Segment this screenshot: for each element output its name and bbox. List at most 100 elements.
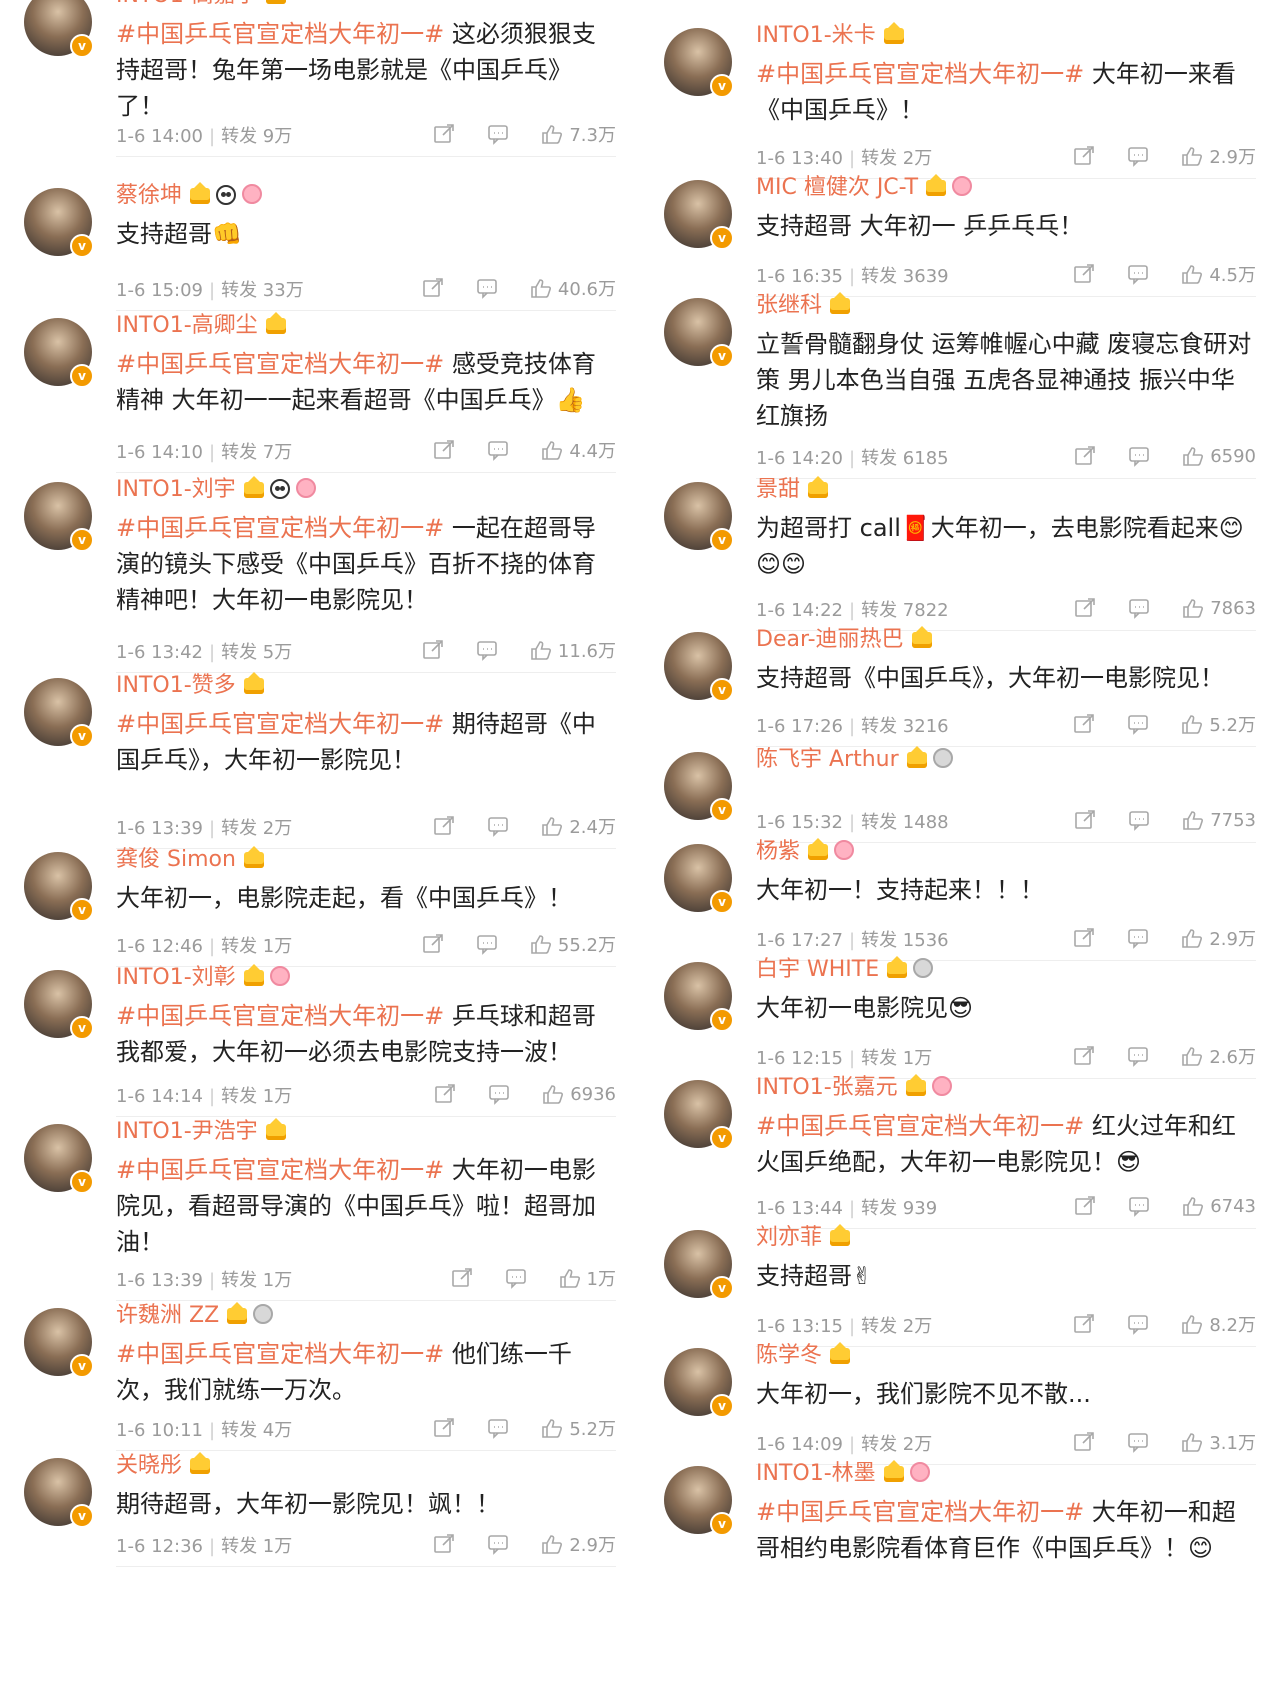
- like-count[interactable]: 6936: [570, 1084, 616, 1105]
- hashtag-link[interactable]: #中国乒乓官宣定档大年初一#: [116, 20, 444, 48]
- comment-icon[interactable]: [487, 439, 509, 461]
- like-icon[interactable]: [1181, 713, 1203, 735]
- like-icon[interactable]: [541, 815, 563, 837]
- like-count[interactable]: 5.2万: [1209, 711, 1256, 737]
- hashtag-link[interactable]: #中国乒乓官宣定档大年初一#: [756, 1498, 1084, 1526]
- author-name[interactable]: INTO1-刘彰: [116, 965, 236, 990]
- like-count[interactable]: 11.6万: [558, 637, 616, 663]
- author-name[interactable]: MIC 檀健次 JC-T: [756, 175, 918, 200]
- like-icon[interactable]: [1181, 927, 1203, 949]
- repost-count[interactable]: 转发 1万: [861, 1048, 932, 1069]
- comment-icon[interactable]: [505, 1267, 527, 1289]
- like-count[interactable]: 2.6万: [1209, 1043, 1256, 1069]
- like-icon[interactable]: [542, 1083, 564, 1105]
- comment-icon[interactable]: [1127, 263, 1149, 285]
- like-count[interactable]: 7753: [1210, 810, 1256, 831]
- like-icon[interactable]: [1181, 145, 1203, 167]
- comment-icon[interactable]: [1127, 1313, 1149, 1335]
- like-icon[interactable]: [1182, 809, 1204, 831]
- share-icon[interactable]: [433, 1533, 455, 1555]
- repost-count[interactable]: 转发 3216: [861, 716, 949, 737]
- like-icon[interactable]: [1181, 263, 1203, 285]
- like-count[interactable]: 2.9万: [1209, 143, 1256, 169]
- like-count[interactable]: 6590: [1210, 446, 1256, 467]
- comment-icon[interactable]: [1127, 713, 1149, 735]
- repost-count[interactable]: 转发 9万: [221, 126, 292, 147]
- like-icon[interactable]: [1182, 445, 1204, 467]
- comment-icon[interactable]: [1127, 1431, 1149, 1453]
- author-name[interactable]: INTO1-刘宇: [116, 477, 236, 502]
- hashtag-link[interactable]: #中国乒乓官宣定档大年初一#: [116, 710, 444, 738]
- share-icon[interactable]: [1073, 713, 1095, 735]
- hashtag-link[interactable]: #中国乒乓官宣定档大年初一#: [116, 350, 444, 378]
- share-icon[interactable]: [433, 123, 455, 145]
- author-name[interactable]: 陈飞宇 Arthur: [756, 747, 899, 772]
- share-icon[interactable]: [422, 639, 444, 661]
- like-icon[interactable]: [1181, 1431, 1203, 1453]
- comment-icon[interactable]: [1127, 1045, 1149, 1067]
- repost-count[interactable]: 转发 939: [861, 1198, 937, 1219]
- repost-count[interactable]: 转发 2万: [221, 818, 292, 839]
- comment-icon[interactable]: [1127, 145, 1149, 167]
- author-name[interactable]: INTO1-米卡: [756, 23, 876, 48]
- like-icon[interactable]: [541, 1533, 563, 1555]
- comment-icon[interactable]: [487, 1417, 509, 1439]
- author-name[interactable]: INTO1-高卿尘: [116, 313, 258, 338]
- share-icon[interactable]: [433, 1417, 455, 1439]
- author-name[interactable]: 白宇 WHITE: [756, 957, 879, 982]
- author-name[interactable]: 杨紫: [756, 839, 800, 864]
- repost-count[interactable]: 转发 2万: [861, 1316, 932, 1337]
- like-icon[interactable]: [530, 933, 552, 955]
- comment-icon[interactable]: [487, 1533, 509, 1555]
- like-count[interactable]: 2.9万: [1209, 925, 1256, 951]
- comment-icon[interactable]: [487, 815, 509, 837]
- author-name[interactable]: 关晓彤: [116, 1453, 182, 1478]
- author-name[interactable]: 张继科: [756, 293, 822, 318]
- like-count[interactable]: 7863: [1210, 598, 1256, 619]
- like-count[interactable]: 2.9万: [569, 1531, 616, 1557]
- author-name[interactable]: 许魏洲 ZZ: [116, 1303, 219, 1328]
- author-name[interactable]: 陈学冬: [756, 1343, 822, 1368]
- comment-icon[interactable]: [1128, 809, 1150, 831]
- repost-count[interactable]: 转发 5万: [221, 642, 292, 663]
- hashtag-link[interactable]: #中国乒乓官宣定档大年初一#: [116, 514, 444, 542]
- hashtag-link[interactable]: #中国乒乓官宣定档大年初一#: [756, 60, 1084, 88]
- like-count[interactable]: 6743: [1210, 1196, 1256, 1217]
- comment-icon[interactable]: [1127, 927, 1149, 949]
- share-icon[interactable]: [422, 933, 444, 955]
- author-name[interactable]: 蔡徐坤: [116, 183, 182, 208]
- comment-icon[interactable]: [476, 639, 498, 661]
- comment-icon[interactable]: [488, 1083, 510, 1105]
- like-icon[interactable]: [541, 1417, 563, 1439]
- like-count[interactable]: 5.2万: [569, 1415, 616, 1441]
- share-icon[interactable]: [1074, 445, 1096, 467]
- like-icon[interactable]: [1181, 1313, 1203, 1335]
- share-icon[interactable]: [451, 1267, 473, 1289]
- like-count[interactable]: 8.2万: [1209, 1311, 1256, 1337]
- author-name[interactable]: INTO1-张嘉元: [756, 1075, 898, 1100]
- share-icon[interactable]: [1073, 1313, 1095, 1335]
- like-icon[interactable]: [1182, 1195, 1204, 1217]
- like-icon[interactable]: [541, 439, 563, 461]
- repost-count[interactable]: 转发 6185: [861, 448, 949, 469]
- repost-count[interactable]: 转发 7822: [861, 600, 949, 621]
- repost-count[interactable]: 转发 3639: [861, 266, 949, 287]
- share-icon[interactable]: [1074, 1195, 1096, 1217]
- share-icon[interactable]: [1074, 597, 1096, 619]
- like-count[interactable]: 3.1万: [1209, 1429, 1256, 1455]
- like-icon[interactable]: [530, 277, 552, 299]
- share-icon[interactable]: [433, 815, 455, 837]
- comment-icon[interactable]: [476, 277, 498, 299]
- repost-count[interactable]: 转发 2万: [861, 1434, 932, 1455]
- comment-icon[interactable]: [487, 123, 509, 145]
- like-count[interactable]: 40.6万: [558, 275, 616, 301]
- author-name[interactable]: INTO1-高嘉宇: [116, 0, 258, 8]
- comment-icon[interactable]: [476, 933, 498, 955]
- repost-count[interactable]: 转发 1万: [221, 936, 292, 957]
- share-icon[interactable]: [1073, 1045, 1095, 1067]
- repost-count[interactable]: 转发 1万: [221, 1086, 292, 1107]
- repost-count[interactable]: 转发 2万: [861, 148, 932, 169]
- like-count[interactable]: 4.5万: [1209, 261, 1256, 287]
- hashtag-link[interactable]: #中国乒乓官宣定档大年初一#: [756, 1112, 1084, 1140]
- author-name[interactable]: INTO1-赞多: [116, 673, 236, 698]
